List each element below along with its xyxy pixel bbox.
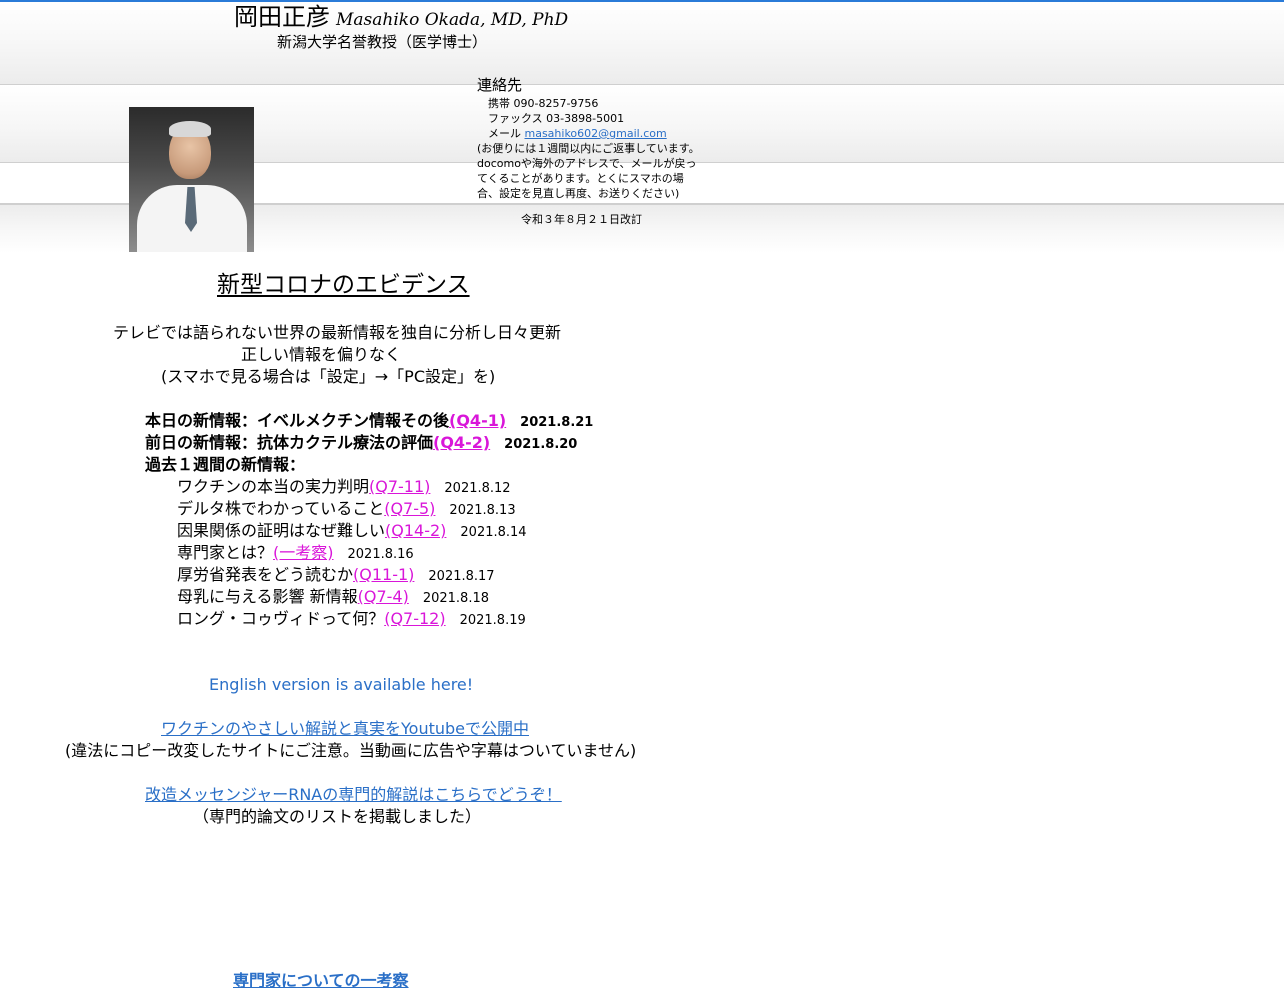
youtube-link[interactable]: ワクチンのやさしい解説と真実をYoutubeで公開中 <box>161 718 529 740</box>
list-item-link[interactable]: (Q14-2) <box>385 521 446 540</box>
english-version-link[interactable]: English version is available here! <box>209 674 473 696</box>
yesterday-news-label: 前日の新情報：抗体カクテル療法の評価 <box>145 433 434 452</box>
contact-heading: 連絡先 <box>477 76 523 94</box>
author-photo <box>129 107 254 252</box>
intro-line: テレビでは語られない世界の最新情報を独自に分析し日々更新 <box>113 323 562 342</box>
header-band <box>0 2 1284 85</box>
list-item-link[interactable]: (Q7-5) <box>384 499 435 518</box>
list-item: 母乳に与える影響 新情報(Q7-4) 2021.8.18 <box>177 586 489 610</box>
contact-note-line: 合、設定を見直し再度、お送りください) <box>477 187 680 200</box>
revised-date: 令和３年８月２１日改訂 <box>521 213 642 226</box>
list-item-text: 母乳に与える影響 新情報 <box>177 587 358 606</box>
list-item-text: デルタ株でわかっていること <box>177 499 385 518</box>
page-title: 新型コロナのエビデンス <box>217 272 470 298</box>
mrna-note: （専門的論文のリストを掲載しました） <box>193 807 482 826</box>
list-item: デルタ株でわかっていること(Q7-5) 2021.8.13 <box>177 498 516 522</box>
contact-mobile: 携帯 090-8257-9756 <box>488 97 599 110</box>
author-name: 岡田正彦 Masahiko Okada, MD, PhD <box>234 2 568 35</box>
list-item-text: 厚労省発表をどう読むか <box>177 565 354 584</box>
list-item-text: ワクチンの本当の実力判明 <box>177 477 370 496</box>
list-item-date: 2021.8.17 <box>428 569 495 584</box>
list-item-text: ロング・コゥヴィドって何？ <box>177 609 385 628</box>
youtube-note: (違法にコピー改変したサイトにご注意。当動画に広告や字幕はついていません) <box>65 741 637 760</box>
contact-note-line: (お便りには１週間以内にご返事しています。 <box>477 142 700 155</box>
expert-essay-link[interactable]: 専門家についての一考察 <box>233 970 409 992</box>
contact-note-line: てくることがあります。とくにスマホの場 <box>477 172 684 185</box>
list-item: 専門家とは？(一考察) 2021.8.16 <box>177 542 414 566</box>
list-item: 因果関係の証明はなぜ難しい(Q14-2) 2021.8.14 <box>177 520 527 544</box>
today-news-link[interactable]: (Q4-1) <box>449 411 506 430</box>
author-title: 新潟大学名誉教授（医学博士） <box>277 33 488 51</box>
author-name-en: Masahiko Okada, MD, PhD <box>336 10 569 30</box>
email-link[interactable]: masahiko602@gmail.com <box>525 127 667 140</box>
list-item-date: 2021.8.18 <box>422 591 489 606</box>
list-item-date: 2021.8.13 <box>449 503 516 518</box>
contact-fax: ファックス 03-3898-5001 <box>488 112 625 125</box>
list-item: 厚労省発表をどう読むか(Q11-1) 2021.8.17 <box>177 564 495 588</box>
list-item-link[interactable]: (Q11-1) <box>353 565 414 584</box>
today-news-label: 本日の新情報：イベルメクチン情報その後 <box>145 411 450 430</box>
list-item-date: 2021.8.19 <box>459 613 526 628</box>
today-news: 本日の新情報：イベルメクチン情報その後(Q4-1) 2021.8.21 <box>145 410 593 434</box>
yesterday-news: 前日の新情報：抗体カクテル療法の評価(Q4-2) 2021.8.20 <box>145 432 577 456</box>
list-item-date: 2021.8.16 <box>347 547 414 562</box>
list-item-link[interactable]: (一考察) <box>273 543 334 562</box>
list-item: ワクチンの本当の実力判明(Q7-11) 2021.8.12 <box>177 476 511 500</box>
list-item-link[interactable]: (Q7-12) <box>384 609 445 628</box>
intro-line: (スマホで見る場合は「設定」→「PC設定」を) <box>161 367 496 386</box>
contact-note-line: docomoや海外のアドレスで、メールが戻っ <box>477 157 697 170</box>
contact-mail: メール masahiko602@gmail.com <box>488 126 667 141</box>
yesterday-news-link[interactable]: (Q4-2) <box>433 433 490 452</box>
yesterday-news-date: 2021.8.20 <box>504 437 578 452</box>
intro-line: 正しい情報を偏りなく <box>241 345 402 364</box>
list-item-text: 因果関係の証明はなぜ難しい <box>177 521 386 540</box>
list-item-link[interactable]: (Q7-11) <box>369 477 430 496</box>
today-news-date: 2021.8.21 <box>520 415 594 430</box>
list-item-text: 専門家とは？ <box>177 543 274 562</box>
list-item-date: 2021.8.12 <box>444 481 511 496</box>
mrna-link[interactable]: 改造メッセンジャーRNAの専門的解説はこちらでどうぞ！ <box>145 784 562 806</box>
author-name-jp: 岡田正彦 <box>234 3 330 31</box>
list-item-link[interactable]: (Q7-4) <box>358 587 409 606</box>
list-item-date: 2021.8.14 <box>460 525 527 540</box>
list-item: ロング・コゥヴィドって何？(Q7-12) 2021.8.19 <box>177 608 526 632</box>
week-news-heading: 過去１週間の新情報： <box>145 455 306 474</box>
contact-mail-label: メール <box>488 127 525 140</box>
